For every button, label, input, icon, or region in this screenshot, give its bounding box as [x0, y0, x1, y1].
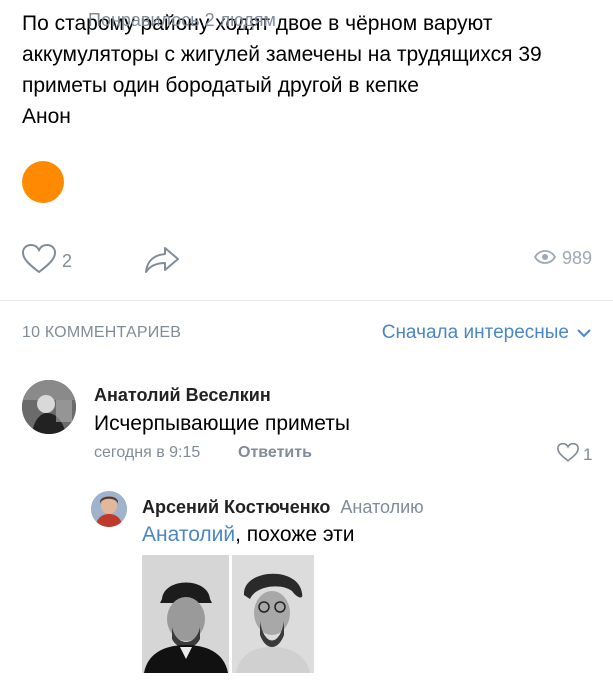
reply-button[interactable]: Ответить: [238, 444, 312, 462]
eye-icon: [533, 248, 557, 269]
comment-time: сегодня в 9:15: [94, 444, 201, 461]
chevron-down-icon: [569, 322, 591, 344]
comment-author-line: Арсений Костюченко Анатолию: [142, 497, 424, 518]
reply-to-label[interactable]: Анатолию: [340, 497, 423, 517]
post-actions: 2 989: [21, 243, 592, 280]
comment-text-rest: , похоже эти: [235, 523, 355, 546]
divider: [0, 300, 613, 301]
sort-dropdown[interactable]: Сначала интересные: [382, 322, 591, 344]
comments-count: 10 КОММЕНТАРИЕВ: [22, 324, 182, 341]
post-text-line: Анон: [22, 105, 71, 128]
share-arrow-icon: [144, 247, 180, 278]
heart-icon: [21, 243, 57, 279]
comment-author[interactable]: Арсений Костюченко: [142, 497, 330, 517]
liker-avatar[interactable]: [22, 161, 64, 203]
share-button[interactable]: [144, 246, 180, 279]
heart-icon: [557, 442, 579, 467]
comment-like-count: 1: [583, 445, 593, 464]
likers-row[interactable]: [22, 161, 64, 203]
mention-link[interactable]: Анатолий: [142, 523, 235, 546]
comment-text: Анатолий, похоже эти: [142, 523, 355, 547]
comment-text: Исчерпывающие приметы: [94, 412, 350, 435]
avatar[interactable]: [91, 491, 127, 527]
photo-attachment[interactable]: [142, 555, 229, 673]
like-count: 2: [62, 251, 73, 271]
photo-attachment[interactable]: [232, 555, 314, 673]
sort-label: Сначала интересные: [381, 322, 569, 343]
likers-text[interactable]: Понравилось 2 людям: [88, 10, 276, 31]
avatar[interactable]: [22, 380, 76, 434]
comment-like-button[interactable]: 1: [553, 442, 593, 467]
post-text-line: приметы один бородатый другой в кепке: [22, 74, 419, 97]
views-counter: 989: [533, 248, 592, 269]
comment-photos: [142, 555, 314, 673]
post-text-line: аккумуляторы с жигулей замечены на трудя…: [22, 43, 542, 66]
views-count: 989: [561, 248, 592, 268]
like-button[interactable]: 2: [21, 243, 73, 279]
comment-author[interactable]: Анатолий Веселкин: [94, 385, 271, 406]
